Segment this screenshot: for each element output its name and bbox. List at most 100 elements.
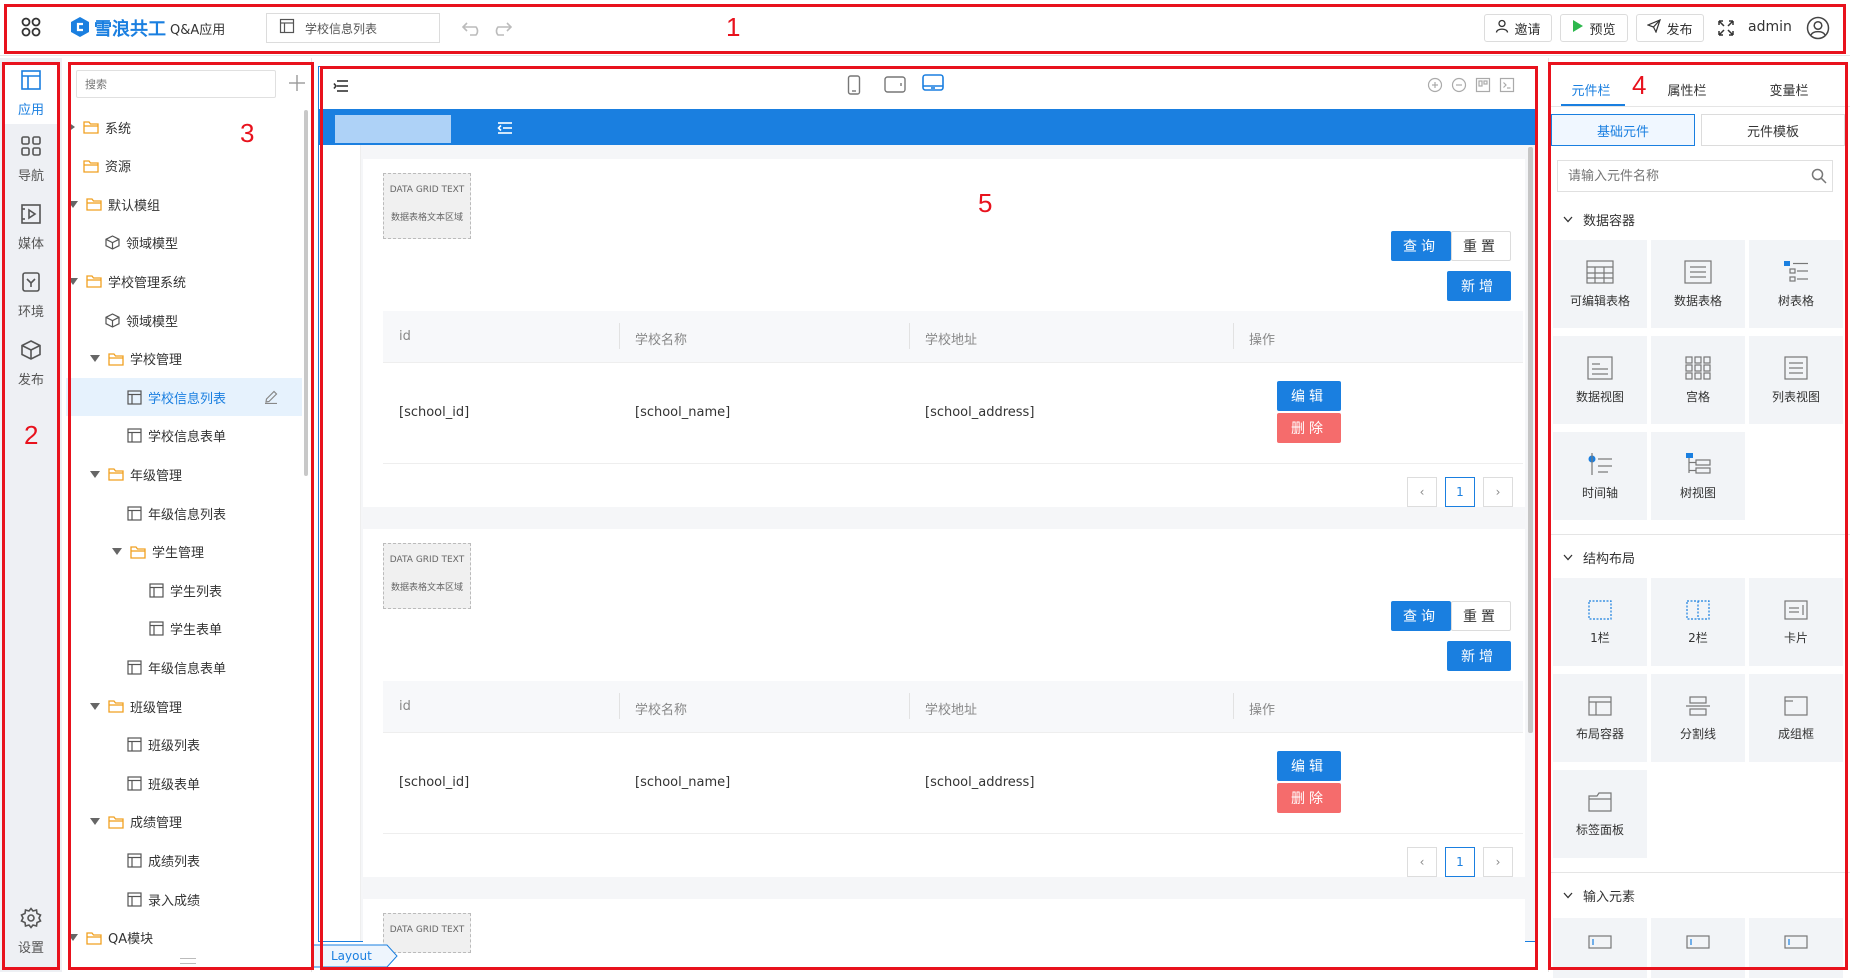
fit-icon[interactable]: [1475, 77, 1491, 97]
component-search-input[interactable]: [1557, 160, 1833, 192]
nav-item-app[interactable]: 应用: [5, 62, 57, 124]
tree-node[interactable]: 成绩列表: [66, 841, 302, 879]
tree-node[interactable]: 学生列表: [66, 571, 302, 609]
zoom-out-icon[interactable]: [1451, 77, 1467, 97]
collapse-arrow-icon[interactable]: [112, 548, 122, 556]
nav-item-navigation[interactable]: 导航: [5, 128, 57, 190]
preview-button[interactable]: 预览: [1560, 14, 1628, 42]
component-item[interactable]: 宫格: [1651, 336, 1745, 424]
reset-button[interactable]: 重置: [1451, 231, 1511, 261]
undo-icon[interactable]: [461, 20, 484, 40]
add-button[interactable]: 新增: [1447, 271, 1511, 301]
fullscreen-icon[interactable]: [1718, 20, 1734, 40]
grid-text-block[interactable]: DATA GRID TEXT 数据表格文本区域: [383, 543, 471, 609]
tree-node[interactable]: 班级管理: [66, 687, 302, 725]
tree-node[interactable]: 年级信息表单: [66, 648, 302, 686]
component-item[interactable]: 时间轴: [1553, 432, 1647, 520]
component-item[interactable]: 列表视图: [1749, 336, 1843, 424]
collapse-arrow-icon[interactable]: [68, 934, 78, 942]
component-item[interactable]: 分割线: [1651, 674, 1745, 762]
tab-variables[interactable]: 变量栏: [1759, 80, 1819, 99]
tree-node[interactable]: 学生表单: [66, 610, 302, 648]
grid-text-block[interactable]: DATA GRID TEXT 数据表格文本区域: [383, 173, 471, 239]
collapse-arrow-icon[interactable]: [68, 277, 78, 285]
edit-pencil-icon[interactable]: [264, 390, 278, 408]
tab-properties[interactable]: 属性栏: [1657, 80, 1717, 99]
edit-button[interactable]: 编辑: [1277, 751, 1341, 781]
component-item[interactable]: 布局容器: [1553, 674, 1647, 762]
collapse-arrow-icon[interactable]: [90, 818, 100, 826]
nav-item-settings[interactable]: 设置: [5, 900, 57, 962]
component-item[interactable]: 1栏: [1553, 578, 1647, 666]
nav-item-environment[interactable]: 环境: [5, 264, 57, 326]
tablet-view-icon[interactable]: [884, 76, 906, 97]
prev-page-button[interactable]: ‹: [1407, 477, 1437, 507]
section-input-elements[interactable]: 输入元素: [1563, 886, 1635, 905]
breadcrumb-tag[interactable]: Layout: [311, 943, 399, 969]
tree-node[interactable]: QA模块: [66, 919, 302, 957]
tree-node[interactable]: 年级管理: [66, 455, 302, 493]
tree-node[interactable]: 成绩管理: [66, 803, 302, 841]
section-layout[interactable]: 结构布局: [1563, 548, 1635, 567]
tree-scrollbar[interactable]: [304, 110, 308, 476]
subtab-basic[interactable]: 基础元件: [1551, 114, 1695, 146]
delete-button[interactable]: 删除: [1277, 783, 1341, 813]
page-number-button[interactable]: 1: [1445, 847, 1475, 877]
search-icon[interactable]: [1811, 168, 1827, 188]
mobile-view-icon[interactable]: [847, 75, 861, 99]
component-item[interactable]: 卡片: [1749, 578, 1843, 666]
next-page-button[interactable]: ›: [1483, 847, 1513, 877]
nav-item-publish[interactable]: 发布: [5, 332, 57, 394]
invite-button[interactable]: 邀请: [1484, 14, 1552, 42]
tree-node[interactable]: 默认模组: [66, 185, 302, 223]
tree-node[interactable]: 学校信息列表: [66, 378, 302, 417]
component-item[interactable]: 2栏: [1651, 578, 1745, 666]
tree-node[interactable]: 录入成绩: [66, 880, 302, 918]
desktop-view-icon[interactable]: [922, 74, 944, 95]
code-icon[interactable]: [1499, 77, 1515, 97]
menu-collapse-icon[interactable]: [497, 121, 513, 139]
section-data-containers[interactable]: 数据容器: [1563, 210, 1635, 229]
tree-node[interactable]: 资源: [66, 147, 302, 185]
redo-icon[interactable]: [490, 20, 513, 40]
add-icon[interactable]: [286, 72, 308, 98]
collapse-arrow-icon[interactable]: [90, 702, 100, 710]
tree-node[interactable]: 班级列表: [66, 726, 302, 764]
tree-node[interactable]: 学校管理: [66, 340, 302, 378]
username[interactable]: admin: [1748, 19, 1792, 35]
query-button[interactable]: 查询: [1391, 601, 1451, 631]
collapse-arrow-icon[interactable]: [90, 470, 100, 478]
outline-toggle-icon[interactable]: [333, 79, 349, 97]
tree-node[interactable]: 班级表单: [66, 764, 302, 802]
expand-arrow-icon[interactable]: [68, 122, 75, 132]
tree-node[interactable]: 学校信息表单: [66, 417, 302, 455]
canvas-scrollbar[interactable]: [1528, 147, 1533, 733]
component-item[interactable]: [1749, 918, 1843, 978]
tree-node[interactable]: 系统: [66, 108, 302, 146]
tab-components[interactable]: 元件栏: [1561, 80, 1621, 99]
prev-page-button[interactable]: ‹: [1407, 847, 1437, 877]
tree-search-input[interactable]: [76, 70, 276, 98]
apps-grid-icon[interactable]: [20, 16, 42, 42]
component-item[interactable]: 数据表格: [1651, 240, 1745, 328]
avatar-icon[interactable]: [1806, 16, 1830, 44]
component-item[interactable]: 成组框: [1749, 674, 1843, 762]
doc-tab[interactable]: 学校信息列表: [266, 13, 440, 43]
next-page-button[interactable]: ›: [1483, 477, 1513, 507]
tree-node[interactable]: 领域模型: [66, 224, 302, 262]
tree-node[interactable]: 领域模型: [66, 301, 302, 339]
query-button[interactable]: 查询: [1391, 231, 1451, 261]
component-item[interactable]: 标签面板: [1553, 770, 1647, 858]
collapse-arrow-icon[interactable]: [90, 355, 100, 363]
component-item[interactable]: 可编辑表格: [1553, 240, 1647, 328]
component-item[interactable]: [1553, 918, 1647, 978]
component-item[interactable]: 数据视图: [1553, 336, 1647, 424]
tree-node[interactable]: 年级信息列表: [66, 494, 302, 532]
component-item[interactable]: 树表格: [1749, 240, 1843, 328]
page-number-button[interactable]: 1: [1445, 477, 1475, 507]
header-logo-placeholder[interactable]: [335, 115, 451, 143]
component-item[interactable]: [1651, 918, 1745, 978]
component-item[interactable]: 树视图: [1651, 432, 1745, 520]
tree-node[interactable]: 学生管理: [66, 533, 302, 571]
tree-resize-handle[interactable]: [180, 958, 196, 964]
